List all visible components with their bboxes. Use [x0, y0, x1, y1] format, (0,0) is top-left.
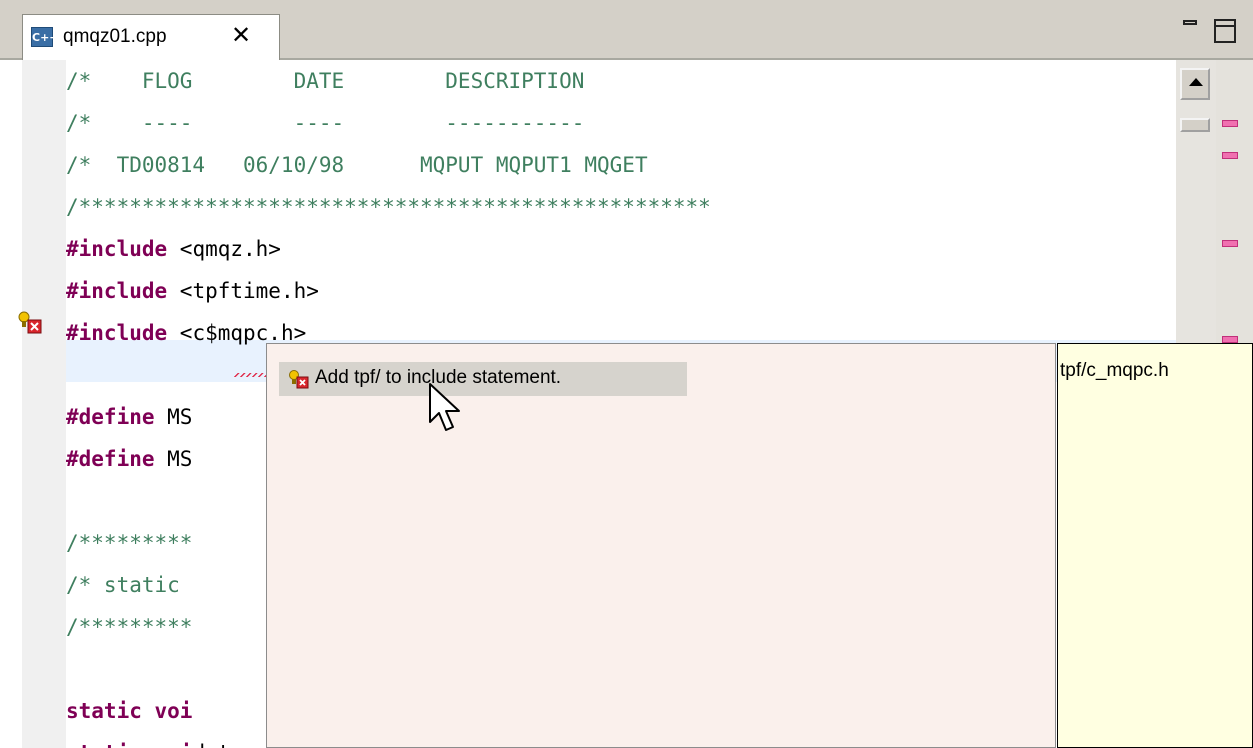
- code-line[interactable]: static voi: [66, 690, 192, 732]
- scroll-thumb[interactable]: [1180, 118, 1210, 132]
- code-comment: /* FLOG DATE DESCRIPTION: [66, 69, 585, 93]
- code-line[interactable]: #include <tpftime.h>: [66, 270, 319, 312]
- quickfix-proposal-add-tpf[interactable]: Add tpf/ to include statement.: [279, 362, 687, 396]
- code-comment: /* ---- ---- -----------: [66, 111, 585, 135]
- code-comment: /*********: [66, 615, 193, 639]
- code-line[interactable]: /*********: [66, 522, 192, 564]
- tab-filename: qmqz01.cpp: [63, 26, 167, 47]
- error-marker[interactable]: [1222, 336, 1238, 343]
- code-line[interactable]: /***************************************…: [66, 186, 711, 228]
- code-comment: /*********: [66, 531, 193, 555]
- quickfix-info-popup: tpf/c_mqpc.h: [1057, 343, 1253, 748]
- error-marker[interactable]: [1222, 240, 1238, 247]
- code-keyword: #include: [66, 237, 168, 261]
- code-keyword: static voi: [66, 741, 192, 748]
- code-keyword: static voi: [66, 699, 193, 723]
- code-line[interactable]: #include <qmqz.h>: [66, 228, 281, 270]
- quickfix-error-icon[interactable]: [16, 310, 42, 334]
- code-comment: /* static: [66, 573, 180, 597]
- annotation-ruler[interactable]: [22, 60, 66, 748]
- code-text-segment: <qmqz.h>: [167, 237, 281, 261]
- maximize-icon[interactable]: [1214, 19, 1236, 43]
- error-marker[interactable]: [1222, 152, 1238, 159]
- cpp-file-icon: C++: [31, 27, 59, 47]
- editor-tab-qmqz01[interactable]: C++ qmqz01.cpp ✕: [22, 14, 280, 60]
- error-marker[interactable]: [1222, 120, 1238, 127]
- code-comment: /***************************************…: [66, 195, 711, 219]
- quickfix-info-text: tpf/c_mqpc.h: [1060, 360, 1169, 381]
- code-line[interactable]: /* FLOG DATE DESCRIPTION: [66, 60, 584, 102]
- quickfix-icon: [289, 370, 309, 389]
- close-icon[interactable]: ✕: [231, 21, 251, 49]
- code-keyword: #include: [66, 279, 168, 303]
- code-line[interactable]: /* ---- ---- -----------: [66, 102, 584, 144]
- code-line[interactable]: #define MS: [66, 438, 192, 480]
- code-keyword: #define: [66, 405, 155, 429]
- minimize-icon[interactable]: [1183, 20, 1197, 25]
- code-text-segment: <c$mqpc.h>: [167, 321, 307, 345]
- code-comment: /* TD00814 06/10/98 MQPUT MQPUT1 MQGET: [66, 153, 648, 177]
- code-keyword: #include: [66, 321, 168, 345]
- code-text-segment: MS: [154, 405, 193, 429]
- scroll-up-button[interactable]: [1180, 68, 1210, 100]
- code-line[interactable]: /*********: [66, 606, 192, 648]
- code-line[interactable]: /* static: [66, 564, 180, 606]
- quickfix-proposals-popup: Add tpf/ to include statement.: [266, 343, 1056, 748]
- code-text-segment: <tpftime.h>: [167, 279, 319, 303]
- code-keyword: #define: [66, 447, 155, 471]
- editor-tab-bar: C++ qmqz01.cpp ✕: [0, 0, 1253, 60]
- code-line[interactable]: #define MS: [66, 396, 192, 438]
- mouse-pointer-icon: [429, 383, 460, 431]
- code-text-segment: MS: [154, 447, 193, 471]
- code-line[interactable]: /* TD00814 06/10/98 MQPUT MQPUT1 MQGET: [66, 144, 648, 186]
